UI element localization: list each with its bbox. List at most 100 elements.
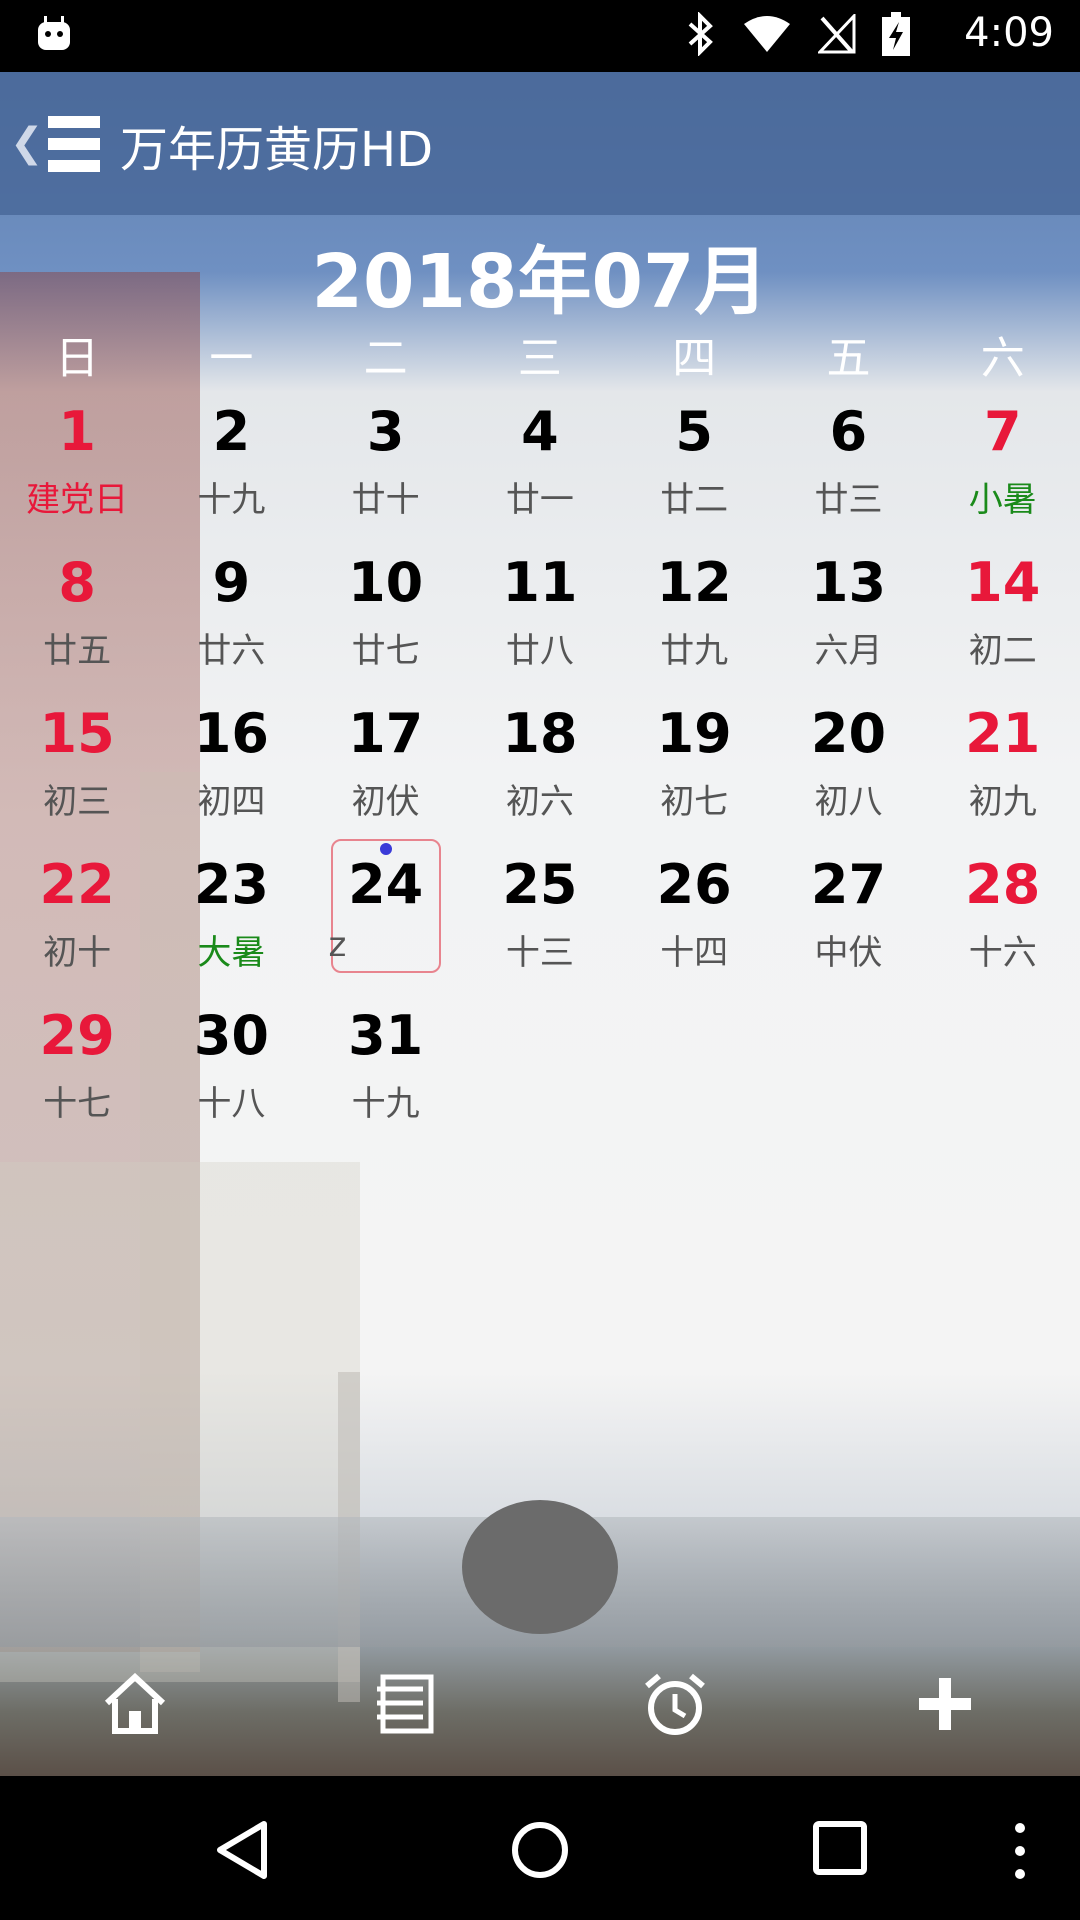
lunar-label: 廿三 xyxy=(814,480,883,520)
day-number: 17 xyxy=(348,702,424,765)
day-number: 26 xyxy=(656,853,732,916)
lunar-label: 大暑 xyxy=(197,933,266,973)
day-number: 7 xyxy=(983,400,1022,463)
day-number: 18 xyxy=(502,702,578,765)
day-number: 1 xyxy=(58,400,96,463)
app-screen: ❮ 万年历黄历HD 2018年07月 日 一 二 三 四 五 六 1 建党日 2 十九… xyxy=(0,72,1080,1776)
calendar-day[interactable]: 29 十七 xyxy=(0,986,154,1137)
lunar-label: 十七 xyxy=(43,1084,112,1124)
home-circle-icon[interactable] xyxy=(510,1820,570,1880)
back-icon[interactable] xyxy=(214,1820,270,1880)
calendar-day[interactable]: 10 廿七 xyxy=(309,533,463,684)
more-icon[interactable] xyxy=(1008,1820,1032,1882)
alarm-icon xyxy=(645,1673,705,1735)
wifi-icon xyxy=(744,16,790,52)
calendar-grid: 1 建党日 2 十九 3 廿十 4 廿一 5 廿二 6 廿三 7 小暑 8 廿五 9 廿六 10 廿七 11 廿八 12 廿九… xyxy=(0,382,1080,1137)
calendar-day[interactable]: 31 十九 xyxy=(309,986,463,1137)
lunar-label: 中伏 xyxy=(814,933,883,973)
lunar-label: 廿九 xyxy=(660,631,729,671)
system-nav-bar xyxy=(0,1776,1080,1920)
bottom-tab-list[interactable] xyxy=(270,1632,540,1776)
lunar-label: 小暑 xyxy=(968,480,1037,520)
home-icon xyxy=(104,1673,166,1734)
calendar-day[interactable]: 25 十三 xyxy=(463,835,617,986)
recents-icon[interactable] xyxy=(812,1820,868,1876)
lunar-label: 初三 xyxy=(43,782,112,822)
calendar-day[interactable]: 23 大暑 xyxy=(154,835,308,986)
day-number: 5 xyxy=(675,400,713,463)
calendar-day[interactable]: 9 廿六 xyxy=(154,533,308,684)
day-number: 8 xyxy=(58,551,96,614)
calendar-day[interactable]: 14 初二 xyxy=(926,533,1080,684)
calendar-day-today[interactable]: 24 z xyxy=(309,835,463,986)
month-title[interactable]: 2018年07月 xyxy=(0,222,1080,329)
calendar-day[interactable]: 16 初四 xyxy=(154,684,308,835)
bottom-tab-home[interactable] xyxy=(0,1632,270,1776)
calendar-day[interactable]: 30 十八 xyxy=(154,986,308,1137)
list-icon xyxy=(377,1674,434,1734)
lunar-label: 廿八 xyxy=(505,631,574,671)
floating-action-button[interactable] xyxy=(462,1500,618,1634)
calendar-day[interactable]: 15 初三 xyxy=(0,684,154,835)
weekday-thu: 四 xyxy=(672,333,717,384)
bottom-toolbar xyxy=(0,1632,1080,1776)
calendar-day[interactable]: 8 廿五 xyxy=(0,533,154,684)
lunar-label: 初九 xyxy=(968,782,1037,822)
calendar-day[interactable]: 5 廿二 xyxy=(617,382,771,533)
calendar-day[interactable]: 1 建党日 xyxy=(0,382,154,533)
calendar-day[interactable]: 21 初九 xyxy=(926,684,1080,835)
day-number: 27 xyxy=(810,853,887,916)
weekday-wed: 三 xyxy=(517,333,562,384)
day-number: 11 xyxy=(502,551,578,614)
day-number: 21 xyxy=(965,702,1041,765)
calendar-day[interactable]: 19 初七 xyxy=(617,684,771,835)
app-toolbar: ❮ 万年历黄历HD xyxy=(0,72,1080,215)
no-signal-icon xyxy=(818,14,856,54)
calendar-day[interactable]: 22 初十 xyxy=(0,835,154,986)
weekday-sat: 六 xyxy=(980,333,1025,384)
lunar-label: 十六 xyxy=(968,933,1037,973)
calendar-day[interactable]: 27 中伏 xyxy=(771,835,925,986)
lunar-label: 初二 xyxy=(968,631,1037,671)
calendar-day[interactable]: 13 六月 xyxy=(771,533,925,684)
weekday-sun: 日 xyxy=(55,333,100,384)
day-number: 31 xyxy=(348,1004,424,1067)
calendar-day[interactable]: 11 廿八 xyxy=(463,533,617,684)
calendar-day[interactable]: 18 初六 xyxy=(463,684,617,835)
calendar-day[interactable]: 12 廿九 xyxy=(617,533,771,684)
lunar-label: 廿二 xyxy=(660,480,729,520)
lunar-label: 十八 xyxy=(197,1084,266,1124)
calendar-day[interactable]: 26 十四 xyxy=(617,835,771,986)
day-number: 9 xyxy=(212,551,251,614)
lunar-label: 十三 xyxy=(505,933,574,973)
day-number: 30 xyxy=(193,1004,269,1067)
calendar-day[interactable]: 2 十九 xyxy=(154,382,308,533)
lunar-label: 廿七 xyxy=(351,631,420,671)
day-number: 4 xyxy=(521,400,559,463)
calendar-day[interactable]: 7 小暑 xyxy=(926,382,1080,533)
day-number: 20 xyxy=(810,702,887,765)
back-chevron-icon[interactable]: ❮ xyxy=(10,120,44,166)
bottom-tab-alarm[interactable] xyxy=(540,1632,810,1776)
app-title: 万年历黄历HD xyxy=(120,122,434,178)
bottom-tab-add[interactable] xyxy=(810,1632,1080,1776)
calendar-day[interactable]: 3 廿十 xyxy=(309,382,463,533)
add-icon xyxy=(919,1678,971,1730)
day-number: 10 xyxy=(348,551,424,614)
android-notification-icon xyxy=(38,16,70,50)
lunar-label: 初八 xyxy=(814,782,883,822)
lunar-label: 十九 xyxy=(197,480,266,520)
lunar-label: 廿一 xyxy=(505,480,574,520)
menu-icon[interactable] xyxy=(48,116,100,172)
day-number: 29 xyxy=(39,1004,115,1067)
calendar-day[interactable]: 6 廿三 xyxy=(771,382,925,533)
calendar-day[interactable]: 20 初八 xyxy=(771,684,925,835)
day-number: 12 xyxy=(656,551,732,614)
calendar-day[interactable]: 28 十六 xyxy=(926,835,1080,986)
lunar-label: 初十 xyxy=(43,933,112,973)
calendar-day[interactable]: 4 廿一 xyxy=(463,382,617,533)
lunar-label: 初四 xyxy=(197,782,266,822)
lunar-label: 廿十 xyxy=(351,480,420,520)
lunar-label: 初伏 xyxy=(351,782,420,822)
calendar-day[interactable]: 17 初伏 xyxy=(309,684,463,835)
